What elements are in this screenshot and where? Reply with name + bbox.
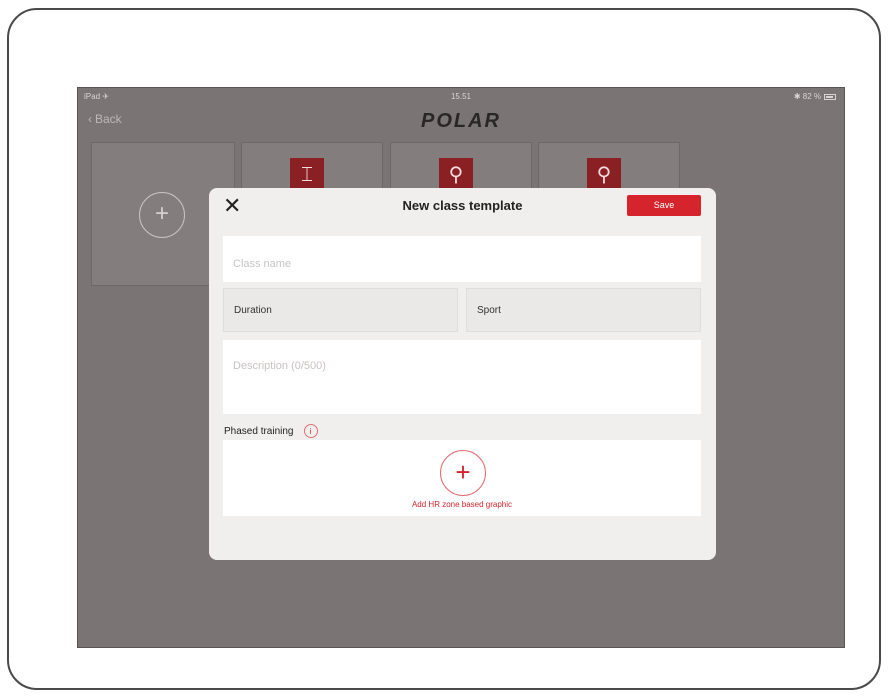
status-time: 15.51 — [450, 92, 472, 101]
class-name-field[interactable]: Class name — [223, 236, 701, 282]
strength-training-icon: ⌶ — [290, 158, 324, 192]
app-screen: iPad ✈ 15.51 ✱ 82 % ‹ Back POLAR + ⌶ ⚲ ⚲… — [77, 87, 845, 648]
battery-label: ✱ 82 % — [793, 92, 821, 101]
battery-status: ✱ 82 % — [794, 92, 836, 101]
polar-logo: POLAR — [421, 110, 501, 132]
sport-field[interactable]: Sport — [466, 288, 701, 332]
add-hr-zone-plus-icon[interactable]: + — [440, 450, 486, 496]
running-icon: ⚲ — [587, 158, 621, 192]
add-hr-zone-label[interactable]: Add HR zone based graphic — [223, 500, 701, 509]
duration-field[interactable]: Duration — [223, 288, 458, 332]
phased-training-label: Phased training — [224, 425, 294, 437]
phased-training-area: + Add HR zone based graphic — [223, 440, 701, 516]
phased-training-row: Phased training i — [224, 424, 318, 438]
plus-icon: + — [139, 192, 185, 238]
battery-icon — [824, 93, 836, 100]
new-class-template-modal: ✕ New class template Save Class name Dur… — [209, 188, 716, 560]
info-icon[interactable]: i — [303, 424, 318, 438]
save-button[interactable]: Save — [627, 195, 701, 216]
running-icon: ⚲ — [439, 158, 473, 192]
description-field[interactable]: Description (0/500) — [223, 340, 701, 414]
tablet-frame: iPad ✈ 15.51 ✱ 82 % ‹ Back POLAR + ⌶ ⚲ ⚲… — [7, 8, 881, 690]
status-bar: iPad ✈ 15.51 ✱ 82 % — [78, 88, 844, 106]
